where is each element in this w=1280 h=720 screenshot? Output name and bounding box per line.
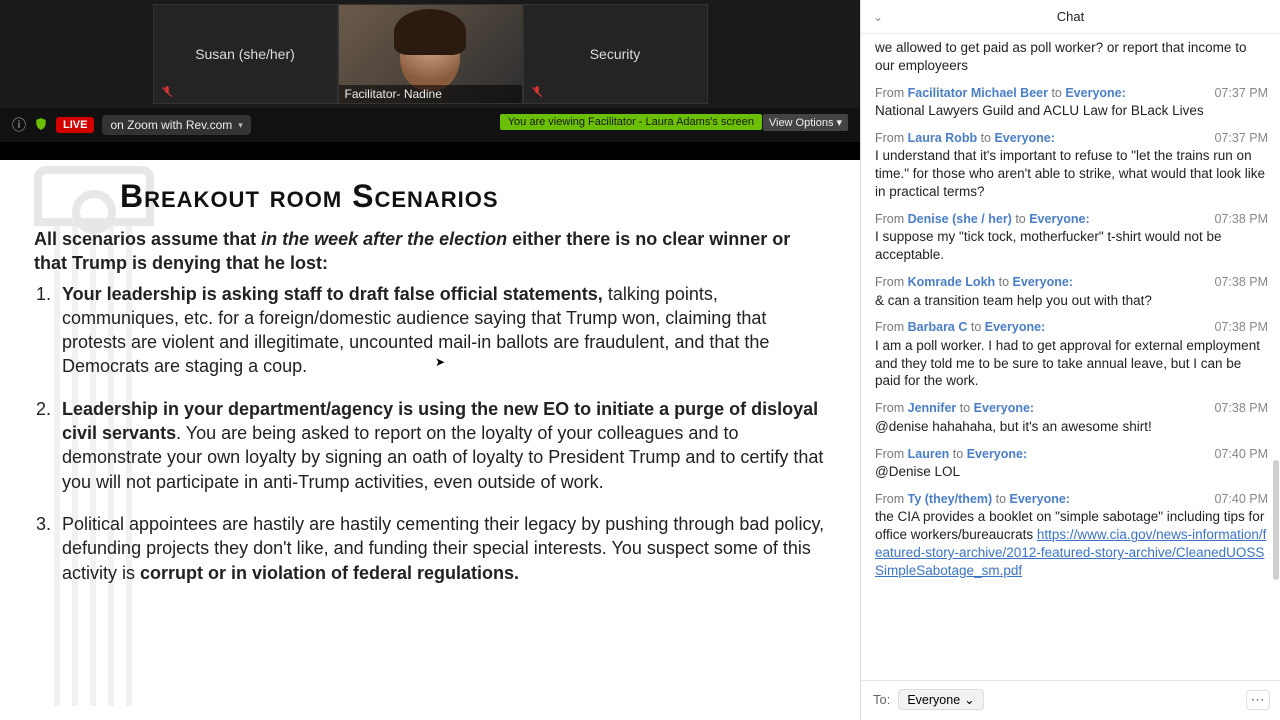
screen-share-banner: You are viewing Facilitator - Laura Adam… [500,114,762,130]
shared-screen: Breakout room Scenarios All scenarios as… [0,142,860,720]
chat-message: we allowed to get paid as poll worker? o… [875,39,1268,75]
chat-message: From Jennifer to Everyone:07:38 PM@denis… [875,400,1268,435]
column-decoration [34,166,154,720]
chat-message: From Laura Robb to Everyone:07:37 PMI un… [875,130,1268,201]
chat-message-header: From Komrade Lokh to Everyone:07:38 PM [875,274,1268,291]
scenario-item: Leadership in your department/agency is … [56,397,826,494]
view-options-button[interactable]: View Options ▾ [763,114,848,131]
scrollbar-thumb[interactable] [1273,460,1279,580]
chat-header: ⌄ Chat [861,0,1280,34]
chat-message-header: From Lauren to Everyone:07:40 PM [875,446,1268,463]
chat-message: From Komrade Lokh to Everyone:07:38 PM& … [875,274,1268,309]
chat-message-body: @Denise LOL [875,463,1268,481]
info-icon[interactable]: ⓘ [12,115,26,135]
participant-tile-security[interactable]: Security [523,4,708,104]
mute-icon [530,85,544,99]
chat-message-time: 07:37 PM [1214,85,1268,102]
chat-message-time: 07:38 PM [1214,211,1268,228]
participant-name: Facilitator- Nadine [339,85,522,103]
scenario-item: Political appointees are hastily are has… [56,512,826,585]
chat-message-body: National Lawyers Guild and ACLU Law for … [875,102,1268,120]
chat-message-body: I understand that it's important to refu… [875,147,1268,200]
chat-message-header: From Jennifer to Everyone:07:38 PM [875,400,1268,417]
participant-name: Susan (she/her) [195,46,295,62]
stream-selector[interactable]: on Zoom with Rev.com ▾ [102,115,250,135]
live-badge: LIVE [56,117,94,133]
chat-link[interactable]: https://www.cia.gov/news-information/fea… [875,527,1266,578]
chat-message-time: 07:37 PM [1214,130,1268,147]
participant-tile-nadine[interactable]: Facilitator- Nadine [338,4,523,104]
intro-em: in the week after the election [261,229,507,249]
chat-message-time: 07:38 PM [1214,400,1268,417]
shield-icon[interactable] [34,117,48,134]
audience-value: Everyone [907,693,960,707]
chat-message: From Denise (she / her) to Everyone:07:3… [875,211,1268,264]
video-gallery: Susan (she/her) Facilitator- Nadine Secu… [0,0,860,108]
view-options-label: View Options [769,117,834,129]
chat-message-header: From Ty (they/them) to Everyone:07:40 PM [875,491,1268,508]
chat-message: From Facilitator Michael Beer to Everyon… [875,85,1268,120]
participant-tile-susan[interactable]: Susan (she/her) [153,4,338,104]
chat-compose: To: Everyone ⌄ ⋯ [861,680,1280,720]
audience-selector[interactable]: Everyone ⌄ [898,689,983,710]
chat-message-time: 07:40 PM [1214,491,1268,508]
chevron-down-icon: ⌄ [964,692,974,707]
scenario-lead: corrupt or in violation of federal regul… [140,563,519,583]
chat-message-body: I suppose my "tick tock, motherfucker" t… [875,228,1268,264]
chat-message: From Barbara C to Everyone:07:38 PMI am … [875,319,1268,390]
chat-message-body: I am a poll worker. I had to get approva… [875,337,1268,390]
scenario-list: Your leadership is asking staff to draft… [56,282,826,585]
chat-message: From Ty (they/them) to Everyone:07:40 PM… [875,491,1268,580]
chat-title: Chat [1057,9,1084,24]
chat-message-body: we allowed to get paid as poll worker? o… [875,39,1268,75]
chat-panel: ⌄ Chat we allowed to get paid as poll wo… [860,0,1280,720]
chevron-down-icon: ▾ [836,116,842,129]
scenario-rest: . You are being asked to report on the l… [62,423,823,492]
chat-message-header: From Denise (she / her) to Everyone:07:3… [875,211,1268,228]
chevron-down-icon: ▾ [238,120,243,131]
chat-message: From Lauren to Everyone:07:40 PM@Denise … [875,446,1268,481]
mute-icon [160,85,174,99]
chat-messages[interactable]: we allowed to get paid as poll worker? o… [861,34,1280,680]
chat-message-body: @denise hahahaha, but it's an awesome sh… [875,418,1268,436]
chat-message-time: 07:38 PM [1214,274,1268,291]
slide-title: Breakout room Scenarios [120,178,826,215]
stream-label: on Zoom with Rev.com [110,118,232,132]
chat-message-header: From Barbara C to Everyone:07:38 PM [875,319,1268,336]
app-root: Susan (she/her) Facilitator- Nadine Secu… [0,0,1280,720]
chat-message-body: & can a transition team help you out wit… [875,292,1268,310]
chat-message-header: From Laura Robb to Everyone:07:37 PM [875,130,1268,147]
slide-content: Breakout room Scenarios All scenarios as… [0,160,860,720]
chat-message-time: 07:40 PM [1214,446,1268,463]
meeting-panel: Susan (she/her) Facilitator- Nadine Secu… [0,0,860,720]
chat-message-header: From Facilitator Michael Beer to Everyon… [875,85,1268,102]
collapse-icon[interactable]: ⌄ [873,10,883,24]
meeting-toolbar: ⓘ LIVE on Zoom with Rev.com ▾ You are vi… [0,108,860,142]
more-button[interactable]: ⋯ [1246,690,1270,710]
to-label: To: [873,692,890,707]
chat-message-body: the CIA provides a booklet on "simple sa… [875,508,1268,579]
scenario-item: Your leadership is asking staff to draft… [56,282,826,379]
chat-message-time: 07:38 PM [1214,319,1268,336]
participant-name: Security [590,46,641,62]
